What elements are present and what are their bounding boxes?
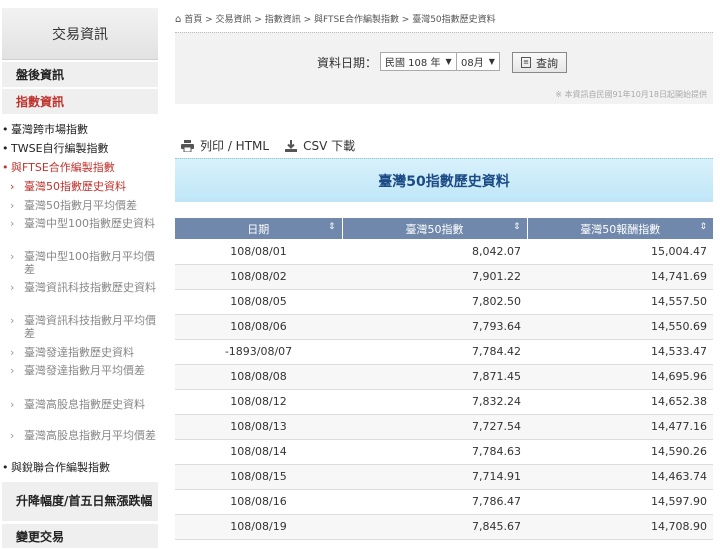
csv-download-button[interactable]: CSV 下載 <box>285 137 355 154</box>
cell-tw50: 7,802.50 <box>342 289 527 315</box>
chevron-down-icon: ▼ <box>488 57 495 66</box>
sidebar-item-cross-market[interactable]: • 臺灣跨市場指數 <box>2 123 156 136</box>
breadcrumb: ⌂ 首頁 > 交易資訊 > 指數資訊 > 與FTSE合作編製指數 > 臺灣50指… <box>175 12 496 25</box>
date-label: 資料日期： <box>317 56 378 70</box>
table-row: 108/08/16 7,786.47 14,597.90 <box>175 489 713 515</box>
sidebar-item-ftse-index[interactable]: • 與FTSE合作編製指數 <box>2 161 156 174</box>
column-header-tw50[interactable]: 臺灣50指數 ⇕ <box>342 218 528 239</box>
query-button[interactable]: ≡ 查詢 <box>512 52 567 73</box>
cell-tw50-return: 14,708.90 <box>527 514 713 540</box>
data-note: ※ 本資訊自民國91年10月18日起開始提供 <box>555 90 707 99</box>
cell-tw50: 7,845.67 <box>342 514 527 540</box>
cell-date: 108/08/01 <box>175 239 342 265</box>
table-row: -1893/08/07 7,784.42 14,533.47 <box>175 339 713 365</box>
table-row: 108/08/08 7,871.45 14,695.96 <box>175 364 713 390</box>
cell-tw50: 7,901.22 <box>342 264 527 290</box>
sidebar: 交易資訊 盤後資訊 指數資訊 • 臺灣跨市場指數 • TWSE自行編製指數 • 與FT… <box>0 0 158 549</box>
download-icon <box>285 139 298 152</box>
year-select[interactable]: 民國 108 年 ▼ <box>380 52 457 71</box>
sidebar-item-tech-history[interactable]: › 臺灣資訊科技指數歷史資料 <box>2 281 156 294</box>
cell-tw50: 7,784.42 <box>342 339 527 365</box>
query-button-label: 查詢 <box>536 56 558 70</box>
print-label: 列印 / HTML <box>200 139 270 153</box>
breadcrumb-text[interactable]: 首頁 > 交易資訊 > 指數資訊 > 與FTSE合作編製指數 > 臺灣50指數歷… <box>184 15 495 25</box>
cell-date: 108/08/15 <box>175 464 342 490</box>
year-value: 民國 108 年 <box>385 58 441 69</box>
sidebar-item-high-dividend-history[interactable]: › 臺灣高股息指數歷史資料 <box>2 398 156 411</box>
cell-tw50-return: 14,533.47 <box>527 339 713 365</box>
sidebar-item-mid100-history[interactable]: › 臺灣中型100指數歷史資料 <box>2 217 156 230</box>
table-row: 108/08/01 8,042.07 15,004.47 <box>175 239 713 265</box>
table-row: 108/08/05 7,802.50 14,557.50 <box>175 289 713 315</box>
cell-tw50-return: 14,550.69 <box>527 314 713 340</box>
cell-date: 108/08/05 <box>175 289 342 315</box>
main-content: ⌂ 首頁 > 交易資訊 > 指數資訊 > 與FTSE合作編製指數 > 臺灣50指… <box>175 0 720 549</box>
sort-icon: ⇕ <box>699 222 707 232</box>
cell-tw50-return: 14,477.16 <box>527 414 713 440</box>
cell-tw50-return: 15,004.47 <box>527 239 713 265</box>
month-value: 08月 <box>461 58 484 69</box>
sidebar-section-after-market[interactable]: 盤後資訊 <box>2 62 158 88</box>
cell-tw50: 7,793.64 <box>342 314 527 340</box>
chevron-down-icon: ▼ <box>445 57 452 66</box>
sort-icon: ⇕ <box>327 222 336 232</box>
cell-tw50: 7,832.24 <box>342 389 527 415</box>
sidebar-section-index-info[interactable]: 指數資訊 <box>2 89 158 115</box>
sidebar-header: 交易資訊 <box>2 8 158 60</box>
sidebar-item-twse-index[interactable]: • TWSE自行編製指數 <box>2 142 156 155</box>
cell-tw50-return: 14,741.69 <box>527 264 713 290</box>
search-icon: ≡ <box>521 57 531 68</box>
home-icon[interactable]: ⌂ <box>175 14 181 25</box>
table-title: 臺灣50指數歷史資料 <box>175 158 713 202</box>
table-row: 108/08/14 7,784.63 14,590.26 <box>175 439 713 465</box>
toolbar: 列印 / HTML CSV 下載 <box>181 137 355 154</box>
cell-tw50: 8,042.07 <box>342 239 527 265</box>
table-row: 108/08/19 7,845.67 14,708.90 <box>175 514 713 540</box>
sidebar-item-dividend-plus-history[interactable]: › 臺灣發達指數歷史資料 <box>2 346 156 359</box>
cell-tw50-return: 14,557.50 <box>527 289 713 315</box>
cell-tw50: 7,871.45 <box>342 364 527 390</box>
cell-tw50-return: 14,652.38 <box>527 389 713 415</box>
cell-tw50: 7,784.63 <box>342 439 527 465</box>
cell-tw50-return: 14,590.26 <box>527 439 713 465</box>
sidebar-item-dividend-plus-monthly[interactable]: › 臺灣發達指數月平均價差 <box>2 364 156 377</box>
index-history-table: 日期 ⇕ 臺灣50指數 ⇕ 臺灣50報酬指數 ⇕ 108/08/01 8,042.07 1… <box>175 218 713 540</box>
sort-icon: ⇕ <box>512 222 521 232</box>
sidebar-item-tech-monthly[interactable]: › 臺灣資訊科技指數月平均價差 <box>2 314 156 340</box>
cell-tw50: 7,786.47 <box>342 489 527 515</box>
sidebar-item-tw50-history[interactable]: › 臺灣50指數歷史資料 <box>2 180 156 193</box>
sidebar-item-high-dividend-monthly[interactable]: › 臺灣高股息指數月平均價差 <box>2 429 156 442</box>
sidebar-item-mid100-monthly[interactable]: › 臺灣中型100指數月平均價差 <box>2 250 156 276</box>
month-select[interactable]: 08月 ▼ <box>456 52 500 71</box>
cell-tw50-return: 14,695.96 <box>527 364 713 390</box>
cell-date: 108/08/16 <box>175 489 342 515</box>
table-row: 108/08/06 7,793.64 14,550.69 <box>175 314 713 340</box>
query-panel: 資料日期： 民國 108 年 ▼ 08月 ▼ ≡ 查詢 ※ 本資訊自民國91年1… <box>175 32 713 104</box>
sidebar-section-change-trade[interactable]: 變更交易 <box>2 524 158 549</box>
table-row: 108/08/12 7,832.24 14,652.38 <box>175 389 713 415</box>
sidebar-item-tw50-monthly[interactable]: › 臺灣50指數月平均價差 <box>2 199 156 212</box>
table-row: 108/08/13 7,727.54 14,477.16 <box>175 414 713 440</box>
csv-label: CSV 下載 <box>303 139 356 153</box>
table-row: 108/08/15 7,714.91 14,463.74 <box>175 464 713 490</box>
cell-date: 108/08/19 <box>175 514 342 540</box>
cell-tw50: 7,727.54 <box>342 414 527 440</box>
cell-date: 108/08/13 <box>175 414 342 440</box>
cell-date: 108/08/08 <box>175 364 342 390</box>
table-row: 108/08/02 7,901.22 14,741.69 <box>175 264 713 290</box>
cell-tw50: 7,714.91 <box>342 464 527 490</box>
print-html-button[interactable]: 列印 / HTML <box>181 137 269 154</box>
printer-icon <box>181 139 194 152</box>
sidebar-item-rafi-index[interactable]: • 與銳聯合作編製指數 <box>2 461 156 474</box>
sidebar-section-limit[interactable]: 升降幅度/首五日無漲跌幅 <box>2 482 158 522</box>
cell-date: 108/08/12 <box>175 389 342 415</box>
cell-date: 108/08/02 <box>175 264 342 290</box>
cell-tw50-return: 14,463.74 <box>527 464 713 490</box>
column-header-date[interactable]: 日期 ⇕ <box>175 218 343 239</box>
cell-tw50-return: 14,597.90 <box>527 489 713 515</box>
cell-date: 108/08/06 <box>175 314 342 340</box>
column-header-tw50-return[interactable]: 臺灣50報酬指數 ⇕ <box>527 218 713 239</box>
cell-date: -1893/08/07 <box>175 339 342 365</box>
cell-date: 108/08/14 <box>175 439 342 465</box>
